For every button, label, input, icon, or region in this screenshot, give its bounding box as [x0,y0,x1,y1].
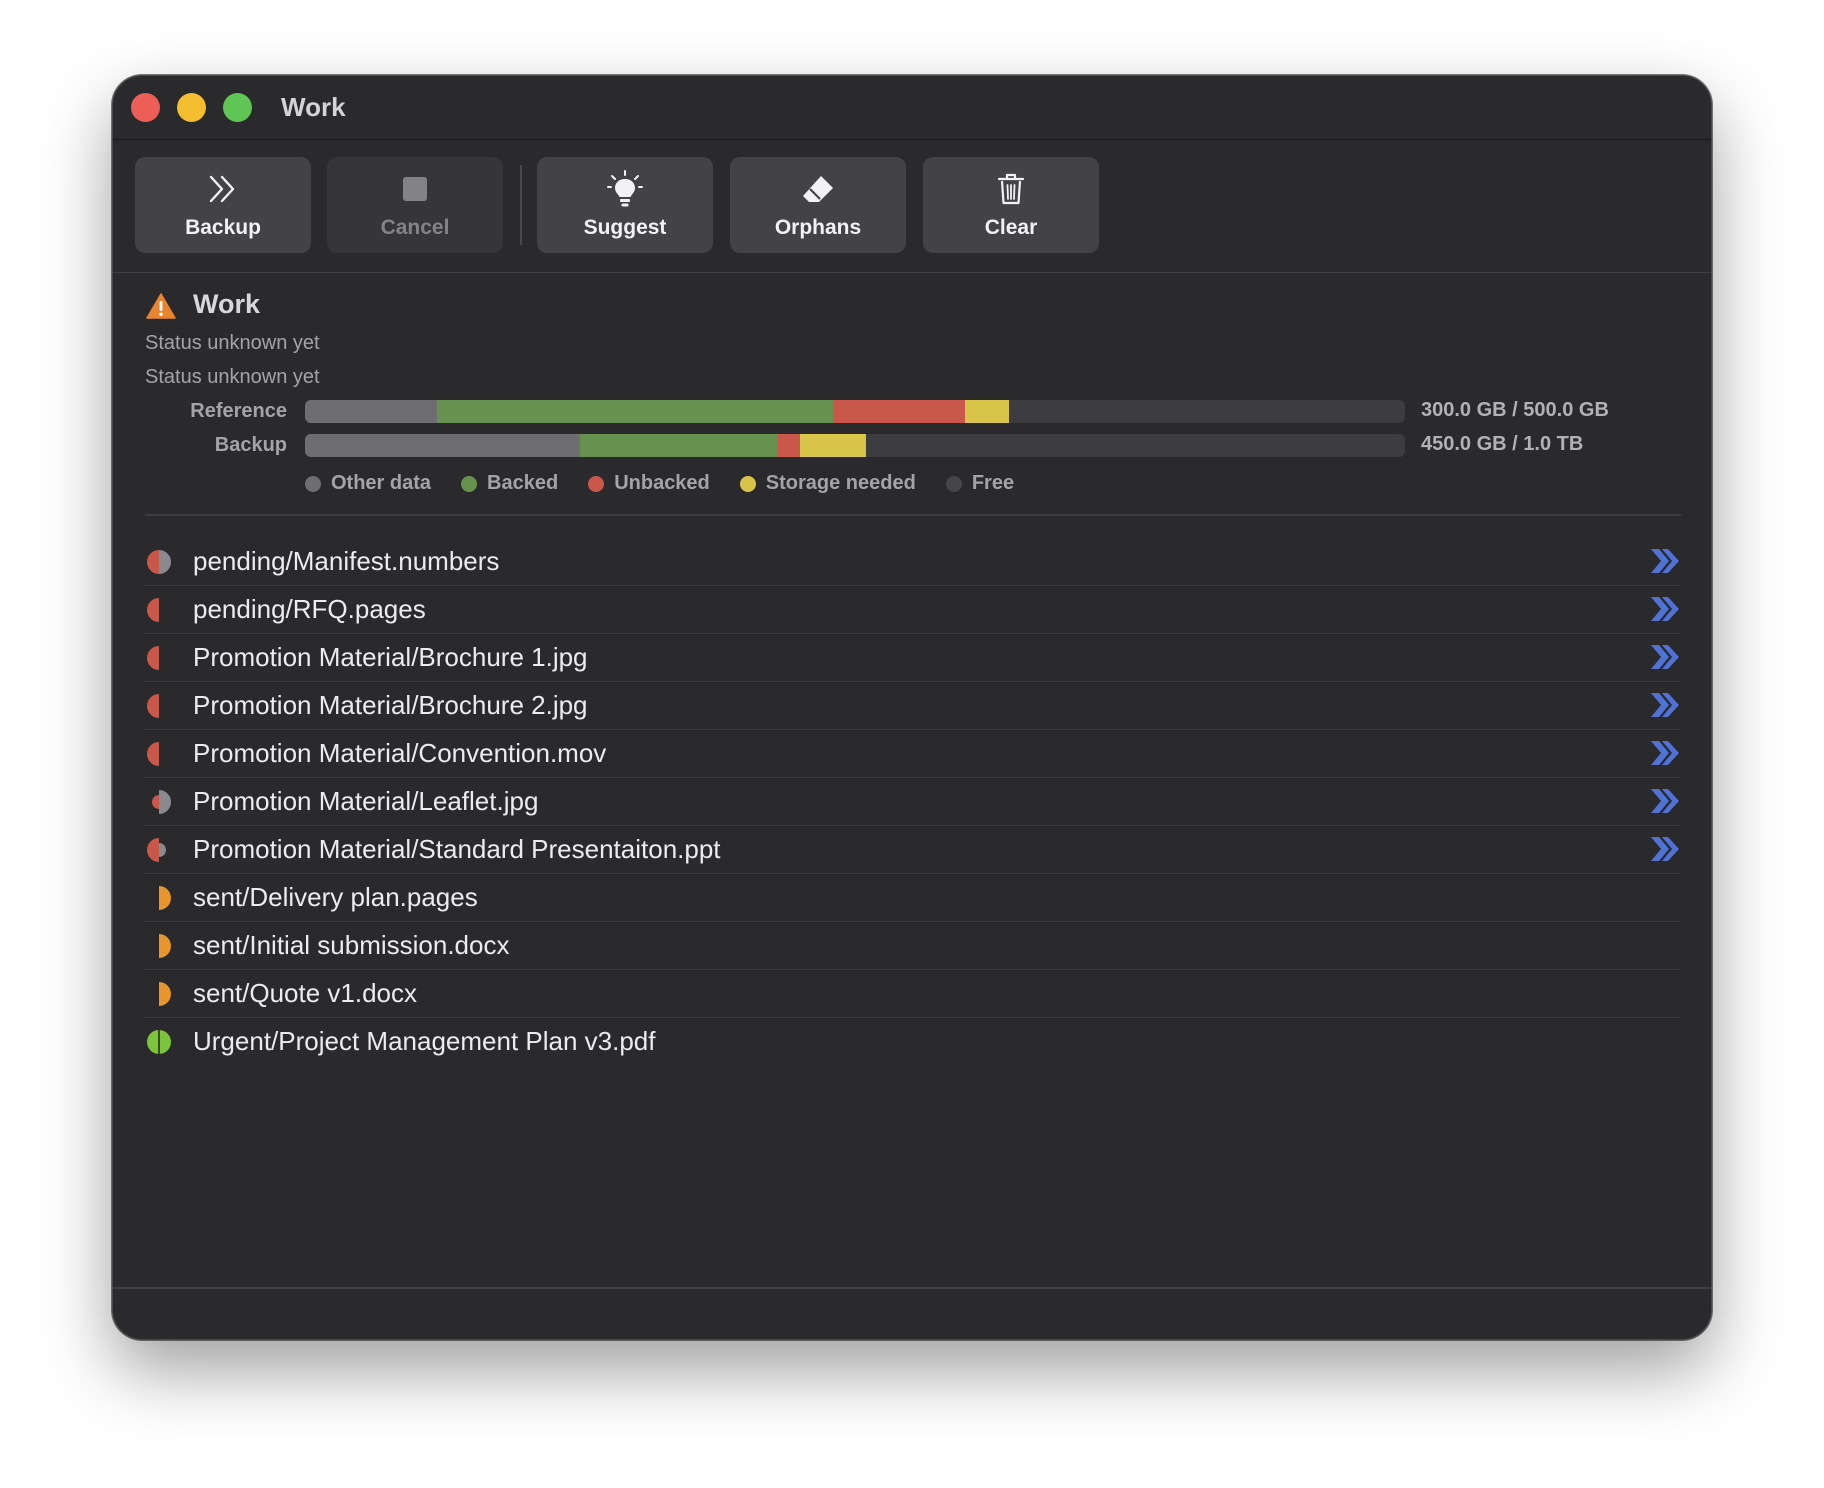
backup-status-icon [145,644,173,672]
file-name: pending/RFQ.pages [193,594,426,624]
backup-now-double-chevron-icon[interactable] [1649,690,1681,720]
suggest-button-label: Suggest [583,216,667,239]
stop-square-icon [327,171,503,207]
bottom-divider [113,1287,1711,1289]
backup-status-icon [145,692,173,720]
file-row[interactable]: sent/Delivery plan.pages [145,874,1681,922]
file-name: sent/Initial submission.docx [193,930,510,960]
backup-status-icon [145,1028,173,1056]
file-row[interactable]: pending/RFQ.pages [145,586,1681,634]
backup-now-double-chevron-icon[interactable] [1649,738,1681,768]
zoom-window-button[interactable] [223,93,252,122]
reference-usage-bar [305,400,1405,423]
legend-unbacked: Unbacked [588,472,710,495]
backup-now-double-chevron-icon[interactable] [1649,546,1681,576]
file-name: Urgent/Project Management Plan v3.pdf [193,1026,656,1056]
file-row[interactable]: sent/Quote v1.docx [145,970,1681,1018]
backup-storage-needed-segment [800,434,866,457]
backup-size: 450.0 GB / 1.0 TB [1421,433,1584,455]
lightbulb-icon [537,170,713,207]
status-line-2: Status unknown yet [145,366,320,388]
legend-storage-needed: Storage needed [739,472,916,495]
legend-dot [305,475,321,492]
reference-size: 300.0 GB / 500.0 GB [1421,399,1609,421]
file-name: sent/Delivery plan.pages [193,882,478,912]
file-name: Promotion Material/Convention.mov [193,738,607,768]
title-bar: Work [113,76,1711,140]
suggest-button[interactable]: Suggest [537,157,713,253]
legend-dot [588,475,605,492]
legend-backed: Backed [461,472,558,495]
file-name: Promotion Material/Brochure 2.jpg [193,690,588,720]
file-row[interactable]: Promotion Material/Leaflet.jpg [145,778,1681,826]
clear-button[interactable]: Clear [923,157,1099,253]
double-chevron-right-icon [135,171,311,207]
backup-status-icon [145,980,173,1008]
warning-icon [146,293,176,319]
legend-dot [739,475,756,492]
file-name: Promotion Material/Standard Presentaiton… [193,834,721,864]
file-row[interactable]: Promotion Material/Brochure 1.jpg [145,634,1681,682]
backup-now-double-chevron-icon[interactable] [1649,786,1681,816]
file-row[interactable]: Promotion Material/Standard Presentaiton… [145,826,1681,874]
reference-backed-segment [437,400,833,423]
cancel-button-label: Cancel [380,216,450,239]
backup-button-label: Backup [185,216,261,239]
file-row[interactable]: Promotion Material/Brochure 2.jpg [145,682,1681,730]
eraser-icon [730,171,906,207]
legend-free: Free [945,472,1014,495]
backup-status-icon [145,548,173,576]
backup-unbacked-segment [778,434,800,457]
file-row[interactable]: Urgent/Project Management Plan v3.pdf [145,1018,1681,1066]
file-name: Promotion Material/Leaflet.jpg [193,786,539,816]
legend-dot [945,475,962,492]
section-divider [145,514,1681,516]
reference-storage-needed-segment [965,400,1009,423]
file-row[interactable]: pending/Manifest.numbers [145,538,1681,586]
file-name: pending/Manifest.numbers [193,546,500,576]
backup-status-icon [145,836,173,864]
file-row[interactable]: Promotion Material/Convention.mov [145,730,1681,778]
cancel-button[interactable]: Cancel [327,157,503,253]
clear-button-label: Clear [984,216,1038,239]
reference-label: Reference [190,400,287,422]
usage-legend: Other data Backed Unbacked Storage neede… [305,472,1014,495]
trash-icon [923,171,1099,207]
volume-name: Work [193,289,261,319]
orphans-button-label: Orphans [774,216,862,239]
close-window-button[interactable] [131,93,160,122]
backup-usage-bar [305,434,1405,457]
file-name: sent/Quote v1.docx [193,978,418,1008]
backup-status-icon [145,884,173,912]
backup-other-segment [305,434,580,457]
backup-status-icon [145,932,173,960]
backup-status-icon [145,788,173,816]
backup-now-double-chevron-icon[interactable] [1649,642,1681,672]
legend-dot [461,475,478,492]
window-title: Work [281,92,346,122]
reference-unbacked-segment [833,400,965,423]
legend-other-data: Other data [305,472,431,495]
backup-button[interactable]: Backup [135,157,311,253]
backup-backed-segment [580,434,778,457]
file-row[interactable]: sent/Initial submission.docx [145,922,1681,970]
backup-status-icon [145,740,173,768]
reference-other-segment [305,400,437,423]
toolbar-separator [520,165,522,245]
orphans-button[interactable]: Orphans [730,157,906,253]
backup-label: Backup [214,434,287,456]
backup-now-double-chevron-icon[interactable] [1649,834,1681,864]
backup-status-icon [145,596,173,624]
backup-now-double-chevron-icon[interactable] [1649,594,1681,624]
file-name: Promotion Material/Brochure 1.jpg [193,642,588,672]
status-line-1: Status unknown yet [145,332,320,354]
file-list: pending/Manifest.numbers pending/RFQ.page… [145,538,1681,1066]
app-window: Work Backup Cancel Suggest Orphans Clear… [112,75,1712,1340]
minimize-window-button[interactable] [177,93,206,122]
